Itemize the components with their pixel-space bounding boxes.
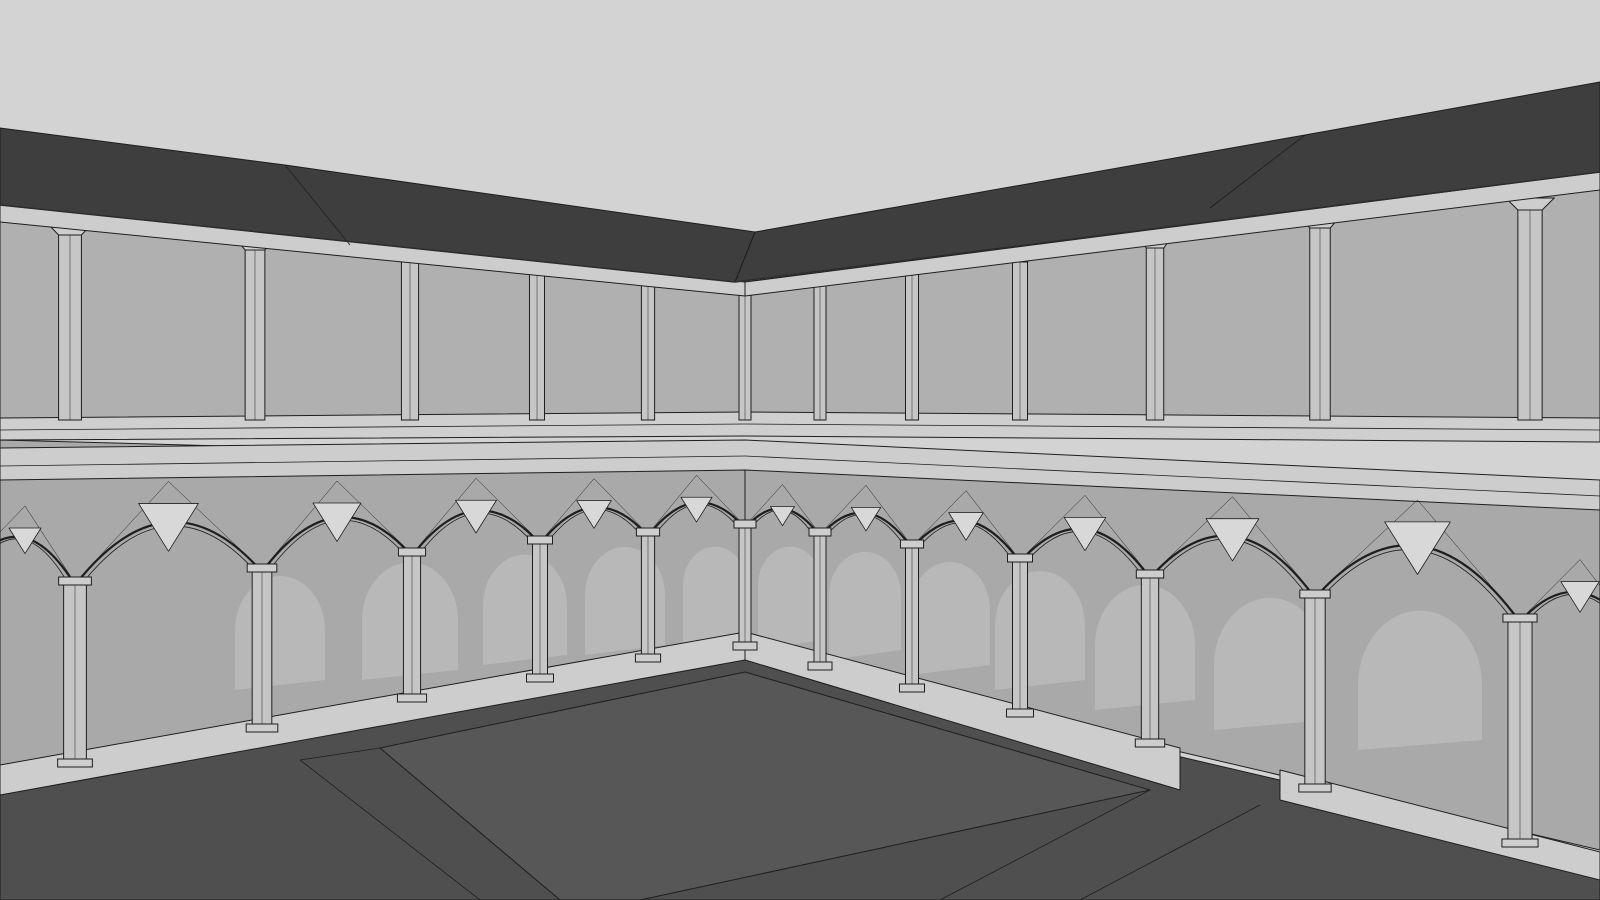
lower-column-capital — [1299, 589, 1331, 599]
lower-column-base — [396, 693, 428, 703]
lower-column-capital — [635, 527, 661, 537]
lower-column-capital — [1135, 569, 1165, 579]
lower-column-capital — [397, 547, 427, 557]
lower-column-capital — [733, 519, 757, 529]
lower-column-capital — [899, 539, 925, 549]
light-patch — [829, 551, 901, 660]
lower-column-base — [898, 683, 926, 693]
light-patch — [995, 571, 1085, 690]
lower-column-base — [634, 653, 662, 663]
light-patch — [910, 562, 990, 675]
lower-column-base — [807, 661, 833, 671]
lower-column-base — [57, 758, 93, 768]
lower-column-base — [1501, 838, 1539, 848]
lower-column-capital — [58, 576, 92, 586]
lower-column-base — [1298, 783, 1332, 793]
lower-column-base — [1134, 738, 1166, 748]
lower-column-capital — [527, 535, 553, 545]
light-patch — [758, 546, 822, 650]
lower-column-base — [526, 673, 554, 683]
lower-column-capital — [246, 563, 278, 573]
lower-column-capital — [1502, 613, 1538, 623]
cloister-render — [0, 0, 1600, 900]
lower-column-capital — [808, 527, 832, 537]
lower-column-base — [1006, 708, 1034, 718]
viewport-canvas[interactable] — [0, 0, 1600, 900]
light-patch — [235, 576, 325, 690]
light-patch — [483, 554, 567, 665]
lower-column-base — [732, 641, 758, 651]
lower-column-base — [245, 723, 279, 733]
lower-column-capital — [1007, 553, 1033, 563]
light-patch — [683, 546, 747, 645]
